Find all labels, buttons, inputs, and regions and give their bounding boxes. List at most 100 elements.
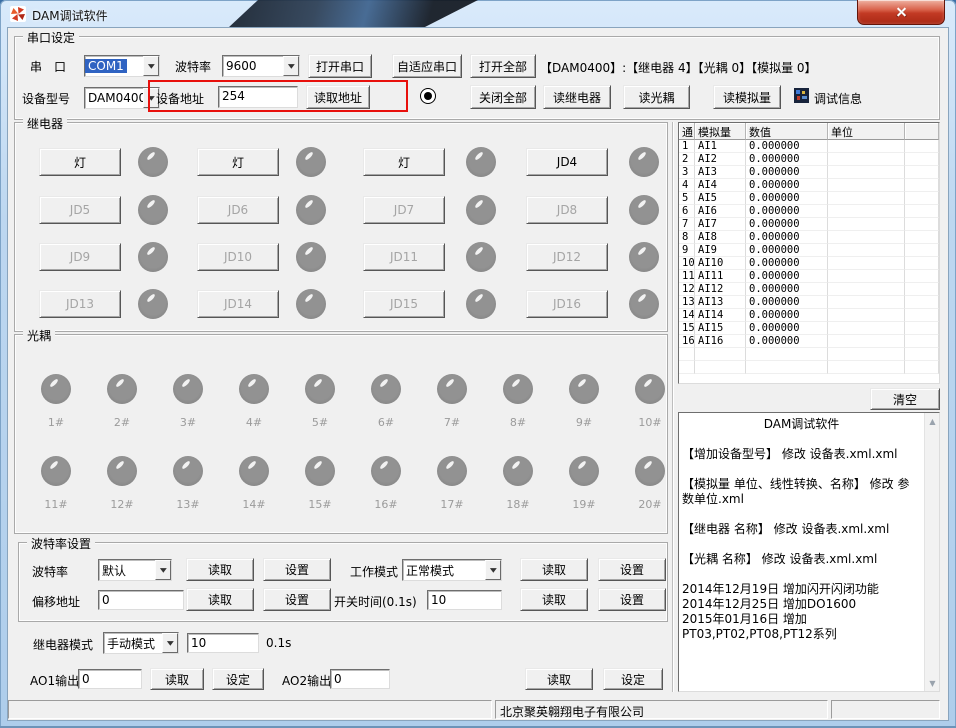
work-mode-select[interactable]: 正常模式 ▼ bbox=[402, 559, 502, 581]
table-header-4[interactable]: 单位 bbox=[828, 123, 905, 140]
relay-button-11[interactable]: JD11 bbox=[363, 243, 445, 271]
relay-button-1[interactable]: 灯 bbox=[39, 148, 121, 176]
relay-button-4[interactable]: JD4 bbox=[526, 148, 608, 176]
baud-read-button[interactable]: 读取 bbox=[186, 558, 254, 581]
table-header-3[interactable]: 数值 bbox=[746, 123, 828, 140]
close-all-button[interactable]: 关闭全部 bbox=[470, 85, 536, 109]
table-row-9[interactable]: 9AI90.000000 bbox=[679, 244, 939, 257]
relay-button-12[interactable]: JD12 bbox=[526, 243, 608, 271]
relay-button-2[interactable]: 灯 bbox=[197, 148, 279, 176]
ao1-set-button[interactable]: 设定 bbox=[212, 668, 264, 690]
table-cell bbox=[905, 361, 939, 374]
auto-serial-button[interactable]: 自适应串口 bbox=[392, 54, 462, 78]
opto-channel-10: 10# bbox=[623, 374, 677, 429]
read-analog-button[interactable]: 读模拟量 bbox=[713, 85, 781, 109]
table-cell bbox=[905, 218, 939, 231]
table-row-8[interactable]: 8AI80.000000 bbox=[679, 231, 939, 244]
table-header-1[interactable]: 通 bbox=[679, 123, 695, 140]
table-cell bbox=[905, 140, 939, 153]
device-address-input[interactable]: 254 bbox=[218, 86, 298, 108]
switch-time-set-button[interactable]: 设置 bbox=[598, 588, 666, 611]
relay-button-13[interactable]: JD13 bbox=[39, 290, 121, 318]
opto-label-7: 7# bbox=[444, 416, 460, 429]
relay-mode-select[interactable]: 手动模式 ▼ bbox=[103, 632, 179, 654]
work-mode-set-button[interactable]: 设置 bbox=[598, 558, 666, 581]
table-row-7[interactable]: 7AI70.000000 bbox=[679, 218, 939, 231]
ao2-set-button[interactable]: 设定 bbox=[603, 668, 663, 690]
opto-label-16: 16# bbox=[374, 498, 397, 511]
clear-button[interactable]: 清空 bbox=[870, 388, 940, 410]
table-row-12[interactable]: 12AI120.000000 bbox=[679, 283, 939, 296]
read-address-button[interactable]: 读取地址 bbox=[306, 85, 370, 109]
serial-port-dropdown-button[interactable]: ▼ bbox=[143, 56, 159, 76]
table-row-4[interactable]: 4AI40.000000 bbox=[679, 179, 939, 192]
table-row-2[interactable]: 2AI20.000000 bbox=[679, 153, 939, 166]
table-cell bbox=[905, 153, 939, 166]
read-relay-button[interactable]: 读继电器 bbox=[543, 85, 611, 109]
relay-led-9 bbox=[138, 242, 168, 272]
table-cell: 0.000000 bbox=[746, 205, 828, 218]
ao2-input[interactable]: 0 bbox=[330, 669, 390, 689]
table-header-5[interactable] bbox=[905, 123, 939, 140]
opto-channel-16: 16# bbox=[359, 456, 413, 511]
offset-read-button[interactable]: 读取 bbox=[186, 588, 254, 611]
work-mode-dropdown-button[interactable]: ▼ bbox=[485, 560, 501, 580]
offset-address-input[interactable]: 0 bbox=[98, 590, 184, 610]
relay-mode-time-input[interactable]: 10 bbox=[187, 633, 259, 653]
table-row-13[interactable]: 13AI130.000000 bbox=[679, 296, 939, 309]
table-row-10[interactable]: 10AI100.000000 bbox=[679, 257, 939, 270]
switch-time-input[interactable]: 10 bbox=[427, 590, 502, 610]
relay-button-5[interactable]: JD5 bbox=[39, 196, 121, 224]
work-mode-read-button[interactable]: 读取 bbox=[520, 558, 588, 581]
relay-button-7[interactable]: JD7 bbox=[363, 196, 445, 224]
relay-button-15[interactable]: JD15 bbox=[363, 290, 445, 318]
chevron-down-icon: ▼ bbox=[288, 63, 295, 70]
serial-port-select[interactable]: COM1 ▼ bbox=[84, 55, 160, 77]
opto-label-2: 2# bbox=[114, 416, 130, 429]
relay-button-14[interactable]: JD14 bbox=[197, 290, 279, 318]
table-row-3[interactable]: 3AI30.000000 bbox=[679, 166, 939, 179]
table-row-16[interactable]: 16AI160.000000 bbox=[679, 335, 939, 348]
status-panel-company: 北京聚英翱翔电子有限公司 bbox=[495, 700, 828, 719]
scroll-up-icon[interactable]: ▲ bbox=[925, 413, 940, 429]
open-all-button[interactable]: 打开全部 bbox=[470, 54, 536, 78]
table-row-15[interactable]: 15AI150.000000 bbox=[679, 322, 939, 335]
baud-setting-dropdown-button[interactable]: ▼ bbox=[155, 560, 171, 580]
relay-mode-dropdown-button[interactable]: ▼ bbox=[162, 633, 178, 653]
device-model-select[interactable]: DAM0400 ▼ bbox=[84, 87, 160, 109]
switch-time-read-button[interactable]: 读取 bbox=[520, 588, 588, 611]
table-row-5[interactable]: 5AI50.000000 bbox=[679, 192, 939, 205]
baud-set-button[interactable]: 设置 bbox=[263, 558, 331, 581]
table-row-1[interactable]: 1AI10.000000 bbox=[679, 140, 939, 153]
table-row-14[interactable]: 14AI140.000000 bbox=[679, 309, 939, 322]
relay-button-6[interactable]: JD6 bbox=[197, 196, 279, 224]
relay-button-9[interactable]: JD9 bbox=[39, 243, 121, 271]
vertical-divider bbox=[672, 122, 674, 692]
ao2-read-button[interactable]: 读取 bbox=[525, 668, 593, 690]
baud-setting-select[interactable]: 默认 ▼ bbox=[98, 559, 172, 581]
table-header-2[interactable]: 模拟量 bbox=[695, 123, 746, 140]
relay-button-8[interactable]: JD8 bbox=[526, 196, 608, 224]
table-cell: 1 bbox=[679, 140, 695, 153]
ao1-input[interactable]: 0 bbox=[78, 669, 142, 689]
baud-select[interactable]: 9600 ▼ bbox=[222, 55, 300, 77]
opto-channel-8: 8# bbox=[491, 374, 545, 429]
offset-set-button[interactable]: 设置 bbox=[263, 588, 331, 611]
opto-label-12: 12# bbox=[110, 498, 133, 511]
table-cell: 0.000000 bbox=[746, 283, 828, 296]
baud-dropdown-button[interactable]: ▼ bbox=[283, 56, 299, 76]
table-row-11[interactable]: 11AI110.000000 bbox=[679, 270, 939, 283]
title-bar[interactable]: DAM调试软件 bbox=[0, 0, 956, 28]
relay-button-3[interactable]: 灯 bbox=[363, 148, 445, 176]
relay-button-16[interactable]: JD16 bbox=[526, 290, 608, 318]
relay-led-4 bbox=[629, 147, 659, 177]
info-scrollbar[interactable]: ▲ ▼ bbox=[924, 413, 939, 691]
open-serial-button[interactable]: 打开串口 bbox=[308, 54, 372, 78]
scroll-down-icon[interactable]: ▼ bbox=[925, 675, 940, 691]
table-cell bbox=[905, 179, 939, 192]
relay-button-10[interactable]: JD10 bbox=[197, 243, 279, 271]
ao1-read-button[interactable]: 读取 bbox=[150, 668, 204, 690]
close-button[interactable] bbox=[857, 0, 945, 25]
read-opto-button[interactable]: 读光耦 bbox=[623, 85, 690, 109]
table-row-6[interactable]: 6AI60.000000 bbox=[679, 205, 939, 218]
